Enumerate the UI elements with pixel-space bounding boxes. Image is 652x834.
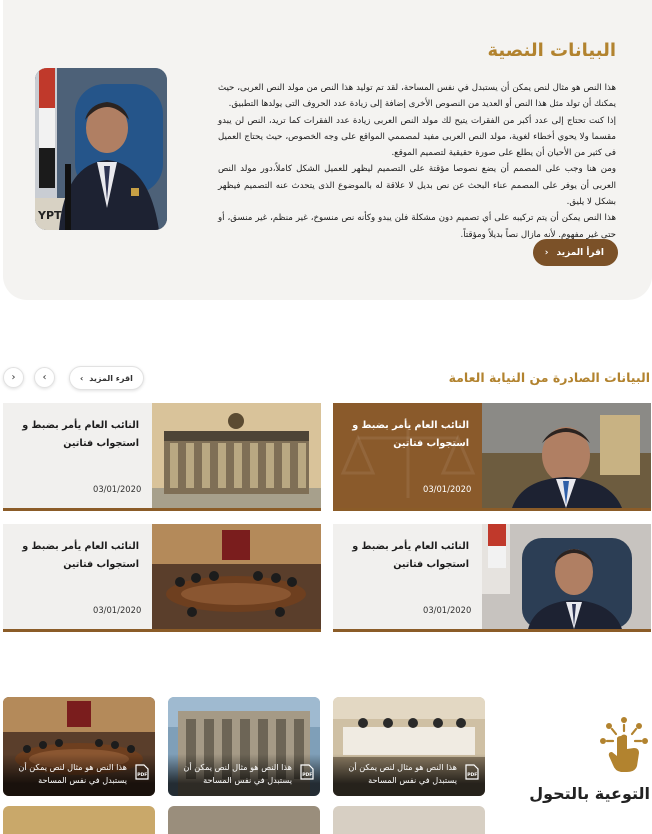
- awareness-card[interactable]: [3, 806, 155, 834]
- statement-date: 03/01/2020: [423, 484, 472, 494]
- awareness-card[interactable]: [333, 806, 485, 834]
- statement-thumbnail: [482, 403, 651, 508]
- read-more-button[interactable]: اقرأ المزيد ‹: [532, 239, 618, 266]
- pdf-icon: PDF: [465, 764, 479, 780]
- chevron-left-icon: ›: [11, 372, 16, 383]
- svg-text:PDF: PDF: [467, 772, 477, 778]
- chevron-left-icon: ›: [80, 373, 84, 383]
- statement-thumbnail: [152, 524, 321, 629]
- statement-date: 03/01/2020: [93, 605, 142, 615]
- statements-read-more-button[interactable]: اقرء المزيد ›: [69, 366, 144, 390]
- statement-card[interactable]: النائب العام يأمر بضبط و استجواب فتاتين …: [3, 524, 321, 632]
- svg-text:YPT: YPT: [37, 209, 62, 222]
- statement-title: النائب العام يأمر بضبط و استجواب فتاتين: [352, 420, 469, 449]
- paragraph: إذا كنت تحتاج إلى عدد أكبر من الفقرات يت…: [218, 115, 616, 159]
- attorney-general-photo: YPT: [35, 68, 167, 230]
- statements-title: البيانات الصادرة من النيابة العامة: [448, 370, 650, 385]
- read-more-label: اقرأ المزيد: [556, 247, 604, 258]
- svg-text:PDF: PDF: [137, 772, 147, 778]
- carousel-next-button[interactable]: ›: [3, 367, 24, 388]
- svg-text:PDF: PDF: [302, 772, 312, 778]
- paragraph: هذا النص هو مثال لنص يمكن أن يستبدل في ن…: [218, 83, 616, 110]
- awareness-title: التوعية بالتحول: [529, 784, 650, 803]
- chevron-left-icon: ‹: [544, 247, 549, 258]
- statement-thumbnail: [482, 524, 651, 629]
- statement-title: النائب العام يأمر بضبط و استجواب فتاتين: [352, 541, 469, 570]
- statement-date: 03/01/2020: [93, 484, 142, 494]
- statement-card[interactable]: النائب العام يأمر بضبط و استجواب فتاتين …: [3, 403, 321, 511]
- statement-date: 03/01/2020: [423, 605, 472, 615]
- text-body: هذا النص هو مثال لنص يمكن أن يستبدل في ن…: [218, 80, 616, 243]
- chevron-right-icon: ‹: [42, 372, 47, 383]
- awareness-card[interactable]: PDF هذا النص هو مثال لنص يمكن أن يستبدل …: [3, 697, 155, 796]
- paragraph: ومن هنا وجب على المصمم أن يضع نصوصا مؤقت…: [218, 164, 616, 208]
- awareness-card[interactable]: [168, 806, 320, 834]
- pdf-icon: PDF: [300, 764, 314, 780]
- pdf-icon: PDF: [135, 764, 149, 780]
- statement-card[interactable]: النائب العام يأمر بضبط و استجواب فتاتين …: [333, 524, 651, 632]
- statement-title: النائب العام يأمر بضبط و استجواب فتاتين: [22, 420, 139, 449]
- awareness-caption: هذا النص هو مثال لنص يمكن أن يستبدل في ن…: [18, 762, 127, 785]
- awareness-card[interactable]: PDF هذا النص هو مثال لنص يمكن أن يستبدل …: [168, 697, 320, 796]
- touch-hand-icon: [600, 717, 648, 772]
- awareness-caption: هذا النص هو مثال لنص يمكن أن يستبدل في ن…: [183, 762, 292, 785]
- statement-title: النائب العام يأمر بضبط و استجواب فتاتين: [22, 541, 139, 570]
- read-more-label: اقرء المزيد: [89, 373, 133, 383]
- statement-card[interactable]: النائب العام يأمر بضبط و استجواب فتاتين …: [333, 403, 651, 511]
- carousel-prev-button[interactable]: ‹: [34, 367, 55, 388]
- section-title: البيانات النصية: [487, 40, 616, 61]
- portrait-illustration: YPT: [35, 68, 167, 230]
- awareness-caption: هذا النص هو مثال لنص يمكن أن يستبدل في ن…: [348, 762, 457, 785]
- statement-thumbnail: [152, 403, 321, 508]
- awareness-card[interactable]: PDF هذا النص هو مثال لنص يمكن أن يستبدل …: [333, 697, 485, 796]
